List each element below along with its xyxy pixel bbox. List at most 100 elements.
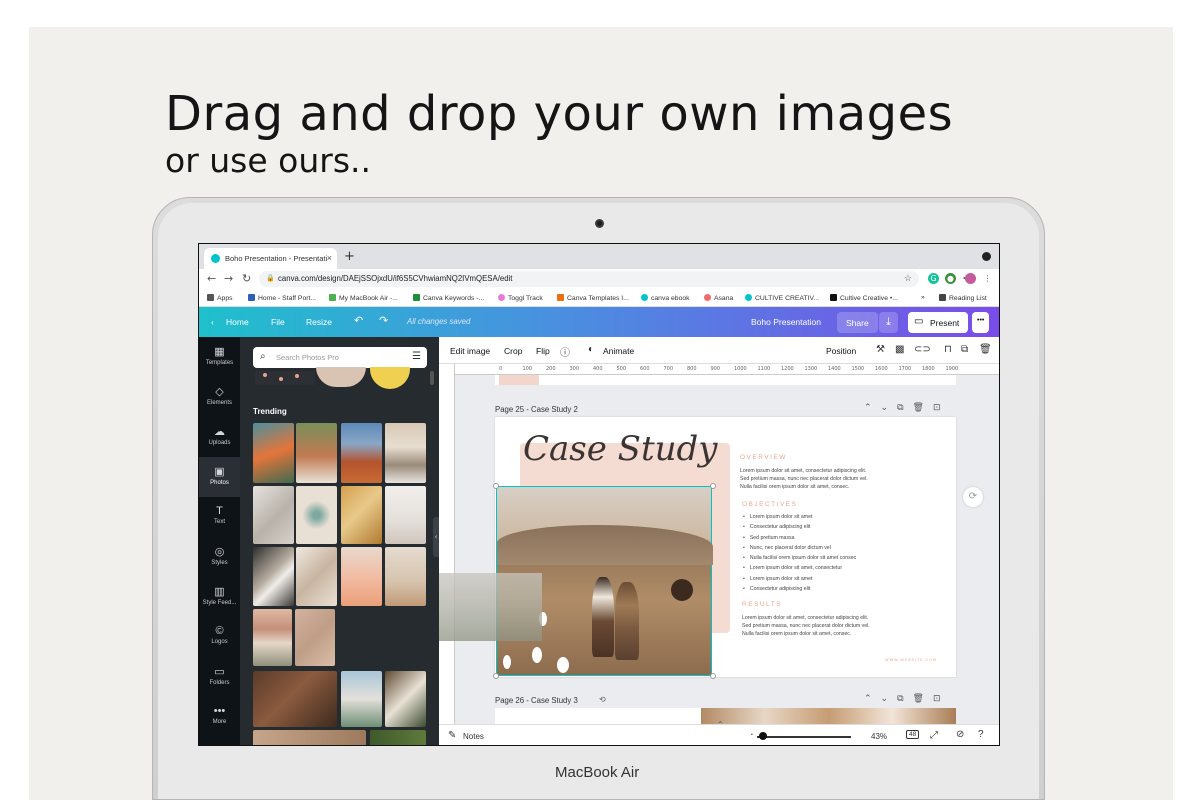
refresh-icon[interactable]: ⟳ xyxy=(963,487,983,507)
overview-heading[interactable]: OVERVIEW xyxy=(740,454,787,461)
bookmarks-overflow-icon[interactable]: » xyxy=(921,294,925,301)
photo-thumbnail[interactable] xyxy=(341,423,382,483)
transparency-icon[interactable]: ▩ xyxy=(895,344,904,355)
photo-thumbnail[interactable] xyxy=(295,609,335,666)
rail-elements[interactable]: ◇ Elements xyxy=(199,377,240,417)
photo-thumbnail[interactable] xyxy=(253,671,337,727)
photo-thumbnail[interactable] xyxy=(253,486,294,544)
filter-icon[interactable]: ☰ xyxy=(412,351,421,362)
photo-thumbnail[interactable] xyxy=(296,486,337,544)
reload-icon[interactable]: ↻ xyxy=(242,272,251,285)
check-icon[interactable]: ⊘ xyxy=(956,729,964,740)
resize-button[interactable]: Resize xyxy=(306,317,332,327)
photo-thumbnail[interactable] xyxy=(341,486,382,544)
photo-thumbnail[interactable] xyxy=(341,671,382,727)
photo-thumbnail[interactable] xyxy=(255,371,315,385)
rail-text[interactable]: T Text xyxy=(199,497,240,537)
sync-icon[interactable]: ⟲ xyxy=(599,695,606,704)
resize-handle[interactable] xyxy=(710,673,716,679)
trash-icon[interactable]: 🗑 xyxy=(979,344,992,355)
photo-thumbnail[interactable] xyxy=(296,423,337,483)
present-button[interactable]: ▭ Present xyxy=(908,312,969,333)
zoom-slider[interactable] xyxy=(757,736,851,738)
bookmark-item[interactable]: Canva Templates I... xyxy=(557,294,629,302)
duplicate-icon[interactable]: ⧉ xyxy=(961,344,968,355)
photo-thumbnail[interactable] xyxy=(385,423,426,483)
rail-styles[interactable]: ◎ Styles xyxy=(199,537,240,577)
previous-page[interactable] xyxy=(495,375,956,385)
bookmark-item[interactable]: Asana xyxy=(704,294,733,302)
photo-thumbnail[interactable] xyxy=(385,671,426,727)
rail-logos[interactable]: © Logos xyxy=(199,617,240,657)
rail-templates[interactable]: ▦ Templates xyxy=(199,337,240,377)
bookmark-item[interactable]: Cultive Creative •... xyxy=(830,294,898,302)
bookmark-apps[interactable]: Apps xyxy=(207,294,233,302)
zoom-out-dot[interactable]: • xyxy=(751,732,753,738)
info-icon[interactable]: ⓘ xyxy=(560,344,570,359)
more-options-button[interactable]: ••• xyxy=(972,312,990,333)
photo-thumbnail[interactable] xyxy=(253,547,294,606)
extension-icon[interactable]: ● xyxy=(945,273,956,284)
fullscreen-icon[interactable]: ⤢ xyxy=(930,730,938,741)
photo-thumbnail[interactable] xyxy=(370,367,410,389)
browser-menu-icon[interactable]: ⋮ xyxy=(982,273,993,284)
rail-photos[interactable]: ▣ Photos xyxy=(199,457,240,497)
home-button[interactable]: Home xyxy=(226,317,249,327)
resize-handle[interactable] xyxy=(710,483,716,489)
forward-icon[interactable]: → xyxy=(224,272,233,285)
dragged-photo-ghost[interactable] xyxy=(439,573,542,641)
back-chevron-icon[interactable]: ‹ xyxy=(211,317,214,327)
page-actions[interactable]: ⌃⌄⧉🗑⊡ xyxy=(864,403,950,413)
photo-thumbnail[interactable] xyxy=(253,609,292,666)
rail-more[interactable]: ••• More xyxy=(199,697,240,737)
lock-icon[interactable]: ⊓ xyxy=(944,344,952,355)
photo-thumbnail[interactable] xyxy=(385,486,426,544)
objectives-heading[interactable]: OBJECTIVES xyxy=(742,501,797,508)
footer-url[interactable]: WWW.WEBSITE.COM xyxy=(885,658,937,662)
document-title[interactable]: Boho Presentation xyxy=(751,317,821,327)
undo-icon[interactable]: ↶ xyxy=(354,314,363,327)
bookmark-item[interactable]: canva ebook xyxy=(641,294,690,302)
photo-thumbnail[interactable] xyxy=(253,423,294,483)
bookmark-item[interactable]: Toggl Track xyxy=(498,294,543,302)
notes-button[interactable]: Notes xyxy=(463,732,484,741)
grammarly-icon[interactable]: G xyxy=(928,273,939,284)
rail-uploads[interactable]: ☁ Uploads xyxy=(199,417,240,457)
resize-handle[interactable] xyxy=(493,483,499,489)
link-icon[interactable]: ⊂⊃ xyxy=(914,344,931,355)
back-icon[interactable]: ← xyxy=(207,272,216,285)
bookmark-item[interactable]: CULTIVE CREATIV... xyxy=(745,294,819,302)
photo-thumbnail[interactable] xyxy=(253,730,366,745)
bookmark-item[interactable]: My MacBook Air -... xyxy=(329,294,398,302)
resize-handle[interactable] xyxy=(493,673,499,679)
panel-scrollbar[interactable] xyxy=(430,371,434,385)
rail-folders[interactable]: ▭ Folders xyxy=(199,657,240,697)
help-icon[interactable]: ? xyxy=(978,729,984,740)
overview-text[interactable]: Lorem ipsum dolor sit amet, consectetur … xyxy=(740,467,868,492)
redo-icon[interactable]: ↷ xyxy=(379,314,388,327)
results-text[interactable]: Lorem ipsum dolor sit amet, consectetur … xyxy=(742,614,870,639)
zoom-slider-handle[interactable] xyxy=(759,732,767,740)
slide-page-26[interactable] xyxy=(495,708,956,724)
page-count-badge[interactable]: 48 xyxy=(906,730,920,739)
paint-roller-icon[interactable]: ⚒ xyxy=(876,344,885,355)
animate-button[interactable]: Animate xyxy=(603,346,634,356)
photo-thumbnail[interactable] xyxy=(341,547,382,606)
photo-thumbnail[interactable] xyxy=(316,367,366,387)
reading-list[interactable]: Reading List xyxy=(939,294,987,302)
star-icon[interactable]: ☆ xyxy=(904,273,912,284)
notes-icon[interactable]: ✎ xyxy=(448,730,456,741)
download-icon[interactable]: ⤓ xyxy=(879,312,898,333)
photo-thumbnail[interactable] xyxy=(385,547,426,606)
rail-style-feed[interactable]: ▥ Style Feed... xyxy=(199,577,240,617)
bookmark-item[interactable]: Canva Keywords -... xyxy=(413,294,484,302)
share-button[interactable]: Share xyxy=(837,312,878,333)
case-study-title[interactable]: Case Study xyxy=(523,429,718,469)
photo-thumbnail[interactable] xyxy=(296,547,337,606)
address-bar[interactable]: 🔒 canva.com/design/DAEjSSOjxdU/if6S5CVhw… xyxy=(259,271,919,287)
zoom-level[interactable]: 43% xyxy=(871,732,887,741)
objectives-list[interactable]: Lorem ipsum dolor sit ametConsectetur ad… xyxy=(743,512,856,594)
file-menu[interactable]: File xyxy=(271,317,285,327)
page-actions[interactable]: ⌃⌄⧉🗑⊡ xyxy=(864,694,950,704)
tab-close-icon[interactable]: × xyxy=(327,253,332,263)
